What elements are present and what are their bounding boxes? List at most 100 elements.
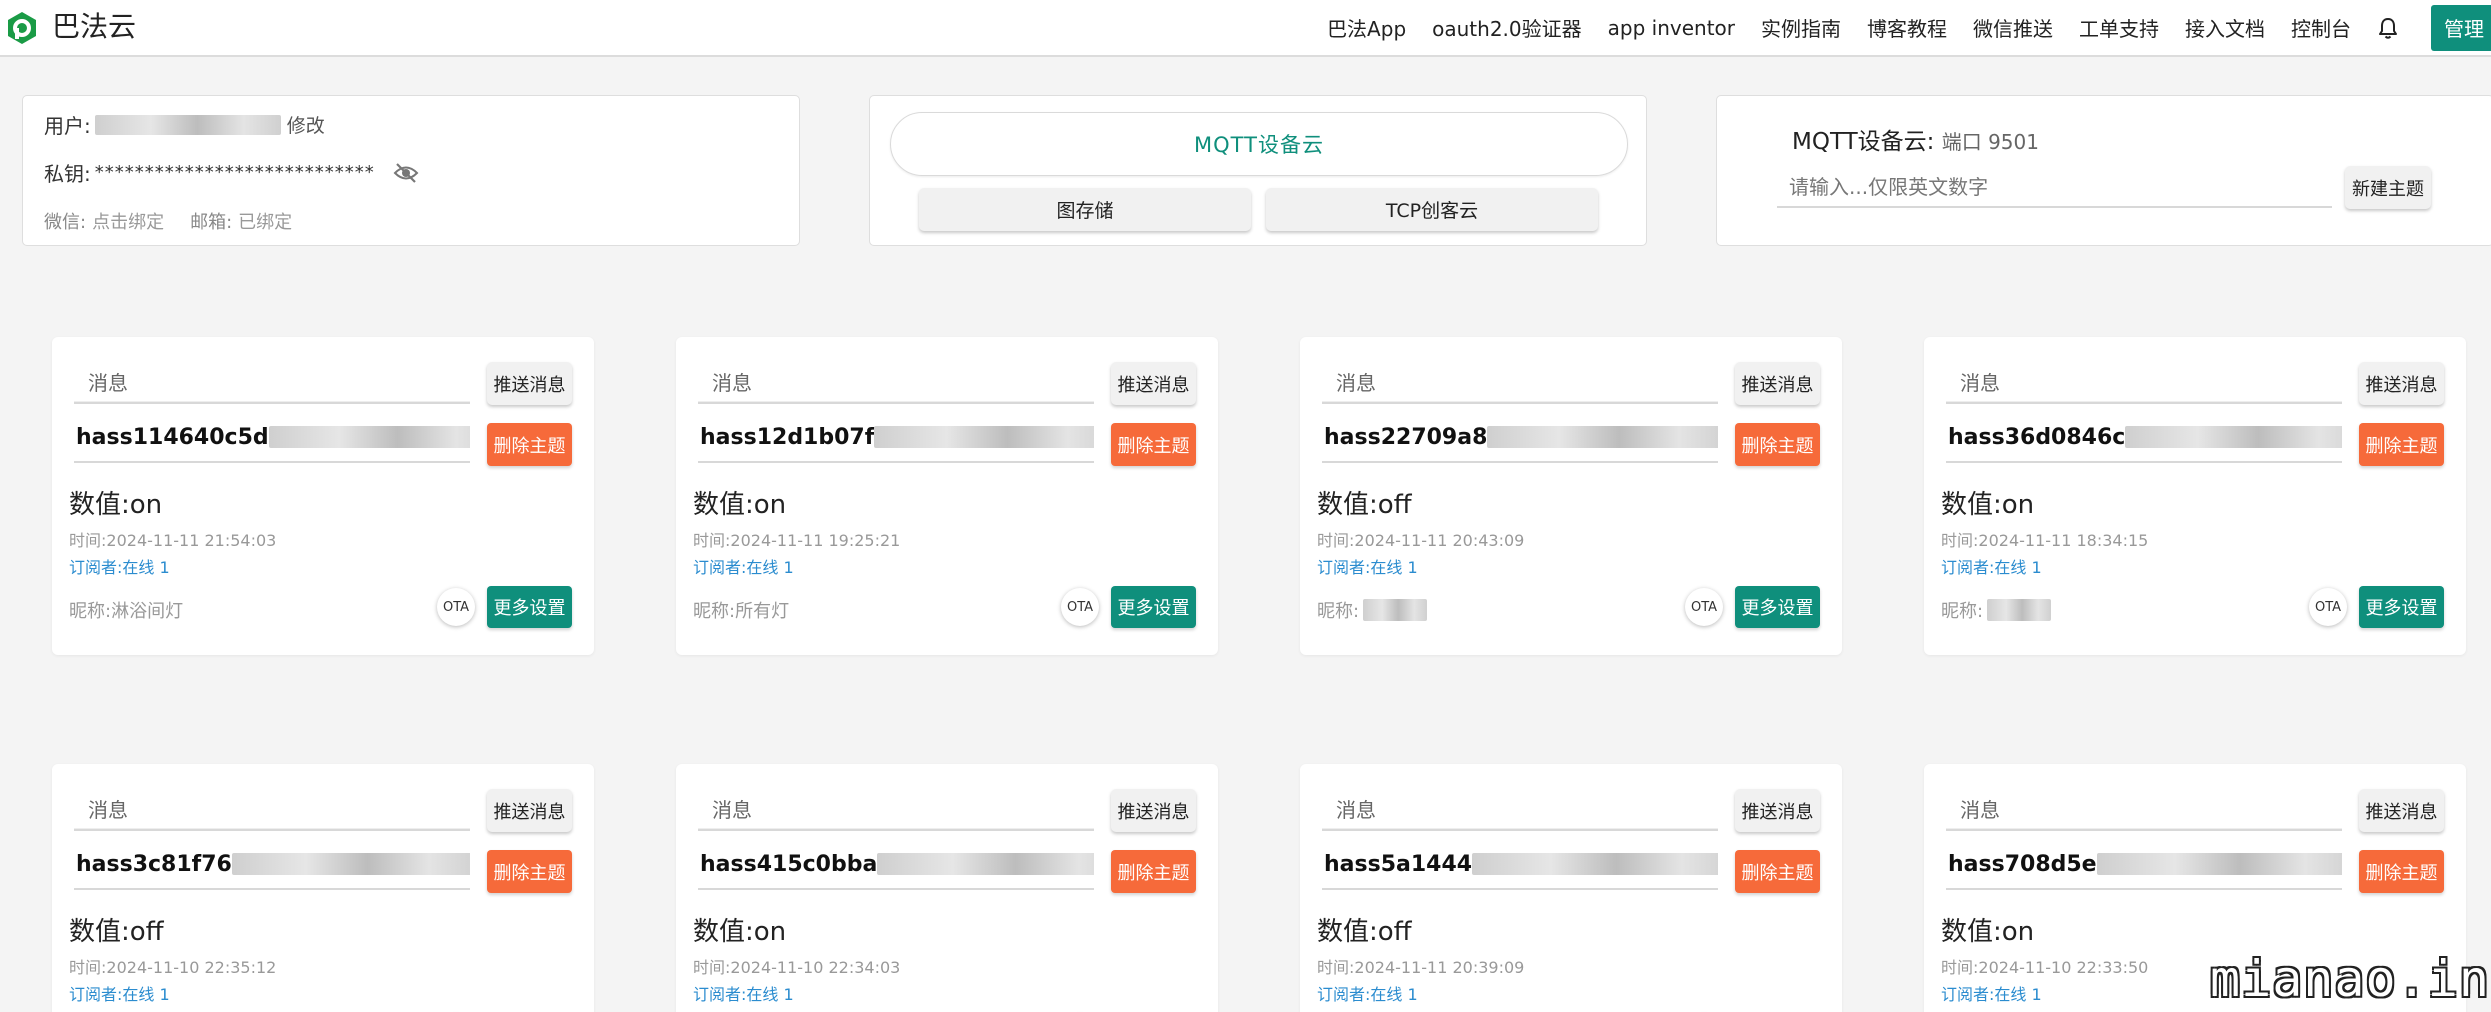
push-message-button[interactable]: 推送消息 [1735,789,1820,832]
message-input[interactable] [1322,364,1718,404]
topic-name-redacted [874,425,1094,448]
topic-name-start: hass3c81f76 [76,852,232,877]
more-settings-button[interactable]: 更多设置 [1735,586,1820,628]
ota-button[interactable]: OTA [1061,588,1099,626]
subscriber-label: 订阅者: [69,985,123,1004]
wechat-bind-link[interactable]: 点击绑定 [92,208,164,234]
delete-topic-button[interactable]: 删除主题 [1735,423,1820,466]
new-topic-button[interactable]: 新建主题 [2345,166,2431,209]
more-settings-button[interactable]: 更多设置 [2359,586,2444,628]
manage-button[interactable]: 管理 [2431,4,2491,51]
value-label: 数值: [69,917,130,947]
delete-topic-button[interactable]: 删除主题 [1111,850,1196,893]
top-nav-bar: 巴法云 巴法App oauth2.0验证器 app inventor 实例指南 … [0,0,2491,57]
push-message-button[interactable]: 推送消息 [487,789,572,832]
subscriber-status[interactable]: 订阅者:在线 1 [1317,554,1418,578]
nav-item-oauth[interactable]: oauth2.0验证器 [1432,13,1582,42]
nav-item-wechat-push[interactable]: 微信推送 [1973,13,2053,42]
value-label: 数值: [693,490,754,520]
edit-user-link[interactable]: 修改 [287,111,325,138]
delete-topic-button[interactable]: 删除主题 [487,423,572,466]
update-time: 时间:2024-11-10 22:35:12 [69,954,276,978]
delete-topic-button[interactable]: 删除主题 [487,850,572,893]
device-nickname: 昵称: 淋浴间灯 [69,597,183,623]
delete-topic-button[interactable]: 删除主题 [1735,850,1820,893]
update-time: 时间:2024-11-11 18:34:15 [1941,527,2148,551]
device-value: 数值:on [693,484,786,521]
time-label: 时间: [69,958,107,977]
new-topic-title: MQTT设备云: 端口 9501 [1792,122,2039,156]
user-name-redacted [94,114,281,135]
message-input[interactable] [74,364,470,404]
nav-item-examples[interactable]: 实例指南 [1761,13,1841,42]
push-message-button[interactable]: 推送消息 [2359,362,2444,405]
image-storage-button[interactable]: 图存储 [919,188,1251,231]
time-label: 时间: [693,531,731,550]
mqtt-cloud-button[interactable]: MQTT设备云 [890,112,1628,176]
topic-name-redacted [2096,852,2342,875]
value-text: on [753,490,787,520]
tcp-cloud-button[interactable]: TCP创客云 [1266,188,1598,231]
device-value: 数值:off [1317,911,1412,948]
ota-button[interactable]: OTA [2309,588,2347,626]
push-message-button[interactable]: 推送消息 [487,362,572,405]
email-status: 已绑定 [238,212,293,233]
nickname-redacted [1987,599,2052,621]
push-message-button[interactable]: 推送消息 [1111,362,1196,405]
brand-name[interactable]: 巴法云 [52,8,136,46]
device-card: 推送消息 hass12d1b07ff 删除主题 数值:on 时间:2024-11… [676,337,1218,655]
nickname-value: 淋浴间灯 [111,601,184,622]
wechat-label: 微信: [44,212,87,233]
value-text: off [1377,917,1412,947]
delete-topic-button[interactable]: 删除主题 [2359,850,2444,893]
nav-item-console[interactable]: 控制台 [2291,13,2351,42]
user-row: 用户: 修改 [44,110,325,139]
more-settings-button[interactable]: 更多设置 [487,586,572,628]
nav-item-docs[interactable]: 接入文档 [2185,13,2265,42]
device-value: 数值:on [1941,484,2034,521]
push-message-button[interactable]: 推送消息 [1111,789,1196,832]
nav-item-ticket[interactable]: 工单支持 [2079,13,2159,42]
subscriber-status[interactable]: 订阅者:在线 1 [693,981,794,1005]
topic-name-start: hass12d1b07f [700,425,875,450]
subscriber-status[interactable]: 订阅者:在线 1 [1941,554,2042,578]
eye-slash-icon[interactable] [393,162,419,184]
subscriber-status[interactable]: 订阅者:在线 1 [69,981,170,1005]
topic-name-start: hass22709a8 [1324,425,1488,450]
message-input[interactable] [74,791,470,831]
message-input[interactable] [698,791,1094,831]
service-panel: MQTT设备云 图存储 TCP创客云 [869,95,1647,246]
subscriber-label: 订阅者: [1317,558,1371,577]
message-input[interactable] [698,364,1094,404]
delete-topic-button[interactable]: 删除主题 [2359,423,2444,466]
ota-button[interactable]: OTA [1685,588,1723,626]
value-text: off [129,917,164,947]
watermark-text: mianao.info [2210,950,2491,1008]
ota-button[interactable]: OTA [437,588,475,626]
bafa-logo-icon[interactable] [5,11,39,45]
subscriber-label: 订阅者: [1941,558,1995,577]
device-card: 推送消息 hass415c0bba 删除主题 数值:on 时间:2024-11-… [676,764,1218,1012]
topic-name: hass415c0bba [698,852,1094,890]
more-settings-button[interactable]: 更多设置 [1111,586,1196,628]
new-topic-input[interactable] [1777,168,2332,208]
nav-item-bafa-app[interactable]: 巴法App [1327,13,1406,42]
subscriber-status[interactable]: 订阅者:在线 1 [693,554,794,578]
message-input[interactable] [1322,791,1718,831]
topic-name: hass708d5es [1946,852,2342,890]
push-message-button[interactable]: 推送消息 [2359,789,2444,832]
nav-item-app-inventor[interactable]: app inventor [1608,16,1735,40]
new-topic-panel: MQTT设备云: 端口 9501 新建主题 [1716,95,2491,246]
delete-topic-button[interactable]: 删除主题 [1111,423,1196,466]
message-input[interactable] [1946,791,2342,831]
subscriber-status[interactable]: 订阅者:在线 1 [1317,981,1418,1005]
subscriber-status[interactable]: 订阅者:在线 1 [69,554,170,578]
device-card: 推送消息 hass36d0846c0 删除主题 数值:on 时间:2024-11… [1924,337,2466,655]
subscriber-status[interactable]: 订阅者:在线 1 [1941,981,2042,1005]
topic-name: hass36d0846c0 [1946,425,2342,463]
nav-item-blog[interactable]: 博客教程 [1867,13,1947,42]
message-input[interactable] [1946,364,2342,404]
bell-icon[interactable] [2377,16,2399,40]
secret-key-value: **************************** [94,162,375,183]
push-message-button[interactable]: 推送消息 [1735,362,1820,405]
